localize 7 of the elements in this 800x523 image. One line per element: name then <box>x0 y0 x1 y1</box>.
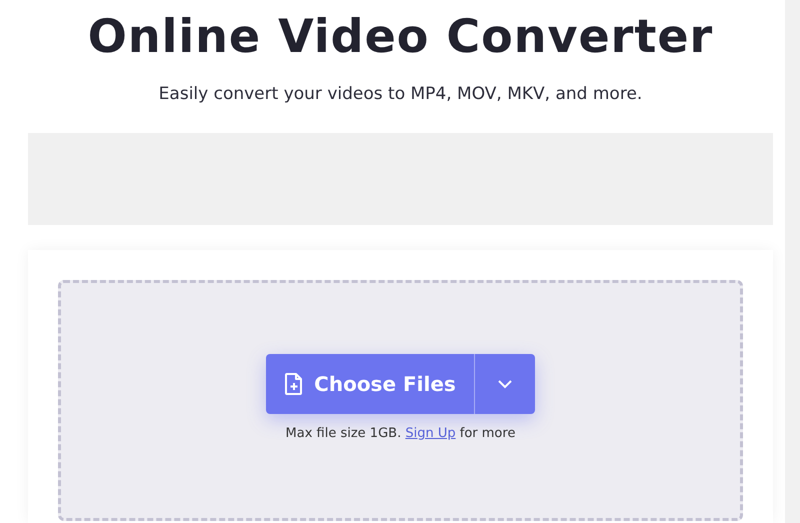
file-size-note-end: for more <box>460 426 516 441</box>
file-size-note: Max file size 1GB. <box>286 426 402 441</box>
drop-zone[interactable]: Choose Files Max file size 1GB. Sign Up for more <box>58 280 743 521</box>
page-title: Online Video Converter <box>88 8 714 64</box>
choose-files-button[interactable]: Choose Files <box>266 354 474 414</box>
sign-up-link[interactable]: Sign Up <box>405 426 456 441</box>
page-subtitle: Easily convert your videos to MP4, MOV, MKV, and more. <box>158 84 642 104</box>
